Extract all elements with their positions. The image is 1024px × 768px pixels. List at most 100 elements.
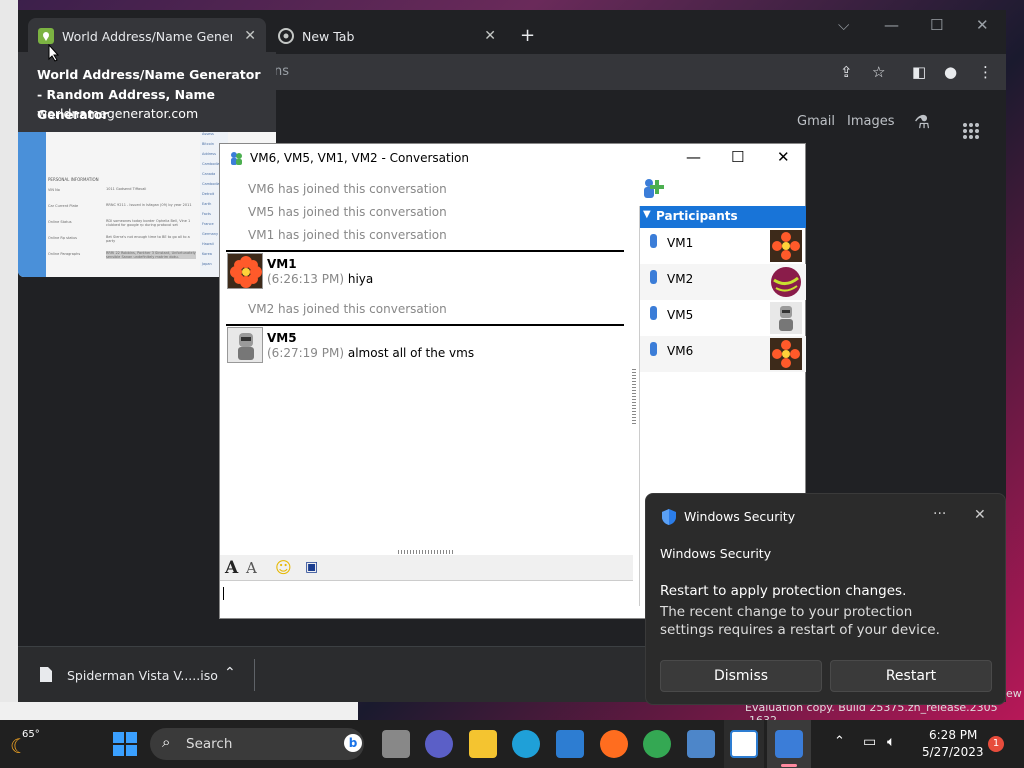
clock-date[interactable]: 5/27/2023 (922, 745, 984, 759)
participant-name: VM2 (667, 272, 694, 286)
chrome-icon (278, 28, 294, 44)
emoticon-icon[interactable]: ☺ (275, 558, 292, 577)
minimize-icon[interactable]: — (884, 16, 899, 34)
participant-row[interactable]: VM2 (640, 264, 806, 300)
remote-desktop-icon[interactable] (687, 730, 715, 758)
close-icon[interactable]: ✕ (974, 507, 986, 523)
tab-new-tab[interactable]: New Tab ✕ (268, 18, 506, 54)
vertical-splitter-handle[interactable] (632, 369, 636, 424)
labs-flask-icon[interactable]: ⚗ (914, 112, 930, 133)
close-icon[interactable]: ✕ (777, 148, 790, 166)
thumb-value: RRRI 22 Robbins, Panther 3 Sinstant, Unf… (106, 251, 196, 259)
file-explorer-icon[interactable] (469, 730, 497, 758)
close-window-icon[interactable]: ✕ (976, 16, 989, 34)
more-options-icon[interactable]: ··· (933, 506, 946, 522)
network-icon[interactable]: ▭ (863, 734, 876, 750)
apps-grid-icon[interactable] (962, 122, 980, 140)
edge-icon[interactable] (512, 730, 540, 758)
maximize-icon[interactable]: ☐ (930, 16, 943, 34)
message-input[interactable] (220, 581, 633, 618)
thumb-row: Car Current Plate RRNC 9211 - Issued in I… (48, 202, 198, 218)
thumb-row: Online Status RDI someones today border O… (48, 218, 198, 234)
images-link[interactable]: Images (847, 114, 895, 129)
speaker-icon[interactable]: 🔈︎ (887, 734, 895, 750)
format-toolbar: A A ☺ ▣ (220, 555, 633, 581)
horizontal-splitter-handle[interactable] (398, 550, 453, 554)
chrome-icon[interactable] (643, 730, 671, 758)
toast-app-name: Windows Security (684, 509, 796, 524)
bookmark-star-icon[interactable]: ☆ (872, 63, 885, 81)
chat-icon[interactable] (425, 730, 453, 758)
notification-badge[interactable]: 1 (988, 736, 1004, 752)
firefox-icon[interactable] (600, 730, 628, 758)
download-item[interactable]: Spiderman Vista V.....iso ⌃ (18, 647, 254, 702)
taskbar: ☾ 65° ⌕ Search b ⌃ ▭ 🔈︎ 6:28 PM 5/27/202… (0, 720, 1024, 768)
thumb-left-bar (18, 132, 46, 277)
close-tab-icon[interactable]: ✕ (484, 28, 496, 44)
thumb-key: Car Current Plate (48, 204, 79, 208)
profile-icon[interactable]: ● (944, 63, 957, 81)
thumb-row: Online Rp status Bet Sierra's not enough … (48, 234, 198, 250)
participant-row[interactable]: VM1 (640, 228, 806, 264)
save-icon[interactable]: ▣ (305, 559, 318, 575)
hover-card-url: worldnamegenerator.com (37, 106, 199, 121)
thumb-row: Online Paragraphs RRRI 22 Robbins, Panthe… (48, 250, 198, 266)
windows-start-icon[interactable] (113, 732, 137, 756)
menu-kebab-icon[interactable]: ⋮ (978, 63, 993, 81)
toast-heading: Windows Security (660, 546, 772, 561)
system-message: VM6 has joined this conversation (248, 182, 447, 196)
bing-icon: b (344, 734, 362, 752)
robot-avatar-icon (770, 302, 802, 334)
message-text: hiya (344, 272, 374, 286)
participant-row[interactable]: VM6 (640, 336, 806, 372)
thumb-heading: PERSONAL INFORMATION (48, 177, 99, 182)
minimize-icon[interactable]: — (686, 148, 701, 166)
participants-header[interactable]: ▼ Participants (640, 206, 806, 228)
share-icon[interactable]: ⇪ (840, 63, 853, 81)
participant-name: VM5 (667, 308, 694, 322)
message-sender: VM5 (267, 331, 297, 345)
dismiss-button[interactable]: Dismiss (660, 660, 822, 692)
thumb-value: 1011 Godsend Tiffavali (106, 187, 147, 191)
flower-avatar-icon (770, 230, 802, 262)
store-icon[interactable] (556, 730, 584, 758)
message-history[interactable]: VM6 has joined this conversation VM5 has… (220, 172, 633, 550)
shield-icon (662, 509, 676, 525)
download-filename: Spiderman Vista V.....iso (67, 668, 218, 683)
chevron-up-icon[interactable]: ⌃ (834, 734, 845, 749)
clock-time[interactable]: 6:28 PM (929, 728, 977, 742)
user-icon (650, 306, 657, 320)
ball-avatar-icon (771, 267, 801, 297)
user-icon (650, 270, 657, 284)
tab-strip: World Address/Name Generator ✕ New Tab ✕… (18, 10, 1006, 58)
system-message: VM1 has joined this conversation (248, 228, 447, 242)
taskbar-search[interactable]: ⌕ Search b (150, 728, 364, 760)
restart-button[interactable]: Restart (830, 660, 992, 692)
font-icon[interactable]: A (225, 558, 238, 578)
maximize-icon[interactable]: ☐ (731, 148, 744, 166)
notepad-icon[interactable] (730, 730, 758, 758)
messenger-icon[interactable] (775, 730, 803, 758)
desktop-background-strip (0, 0, 18, 720)
conversation-titlebar: VM6, VM5, VM1, VM2 - Conversation — ☐ ✕ (220, 144, 805, 172)
task-view-icon[interactable] (382, 730, 410, 758)
tab-world-address[interactable]: World Address/Name Generator ✕ (28, 18, 266, 54)
omnibox-text[interactable]: ns (274, 64, 289, 79)
message-separator (226, 250, 624, 252)
weather-widget[interactable]: ☾ 65° (8, 728, 48, 760)
add-participant-button[interactable] (640, 176, 668, 204)
message-time: (6:27:19 PM) (267, 346, 345, 360)
text-color-icon[interactable]: A (246, 559, 257, 577)
tab-search-chevron-icon[interactable]: ⌵ (838, 16, 849, 34)
close-tab-icon[interactable]: ✕ (244, 28, 256, 44)
search-label: Search (186, 736, 233, 752)
search-icon: ⌕ (162, 733, 171, 751)
message-separator (226, 324, 624, 326)
tab-title: World Address/Name Generator (62, 28, 232, 44)
new-tab-plus-icon[interactable]: + (520, 25, 535, 46)
map-pin-icon (38, 28, 54, 44)
chevron-up-icon[interactable]: ⌃ (224, 665, 236, 681)
gmail-link[interactable]: Gmail (797, 114, 835, 129)
side-panel-icon[interactable]: ◧ (912, 63, 926, 81)
participant-row[interactable]: VM5 (640, 300, 806, 336)
